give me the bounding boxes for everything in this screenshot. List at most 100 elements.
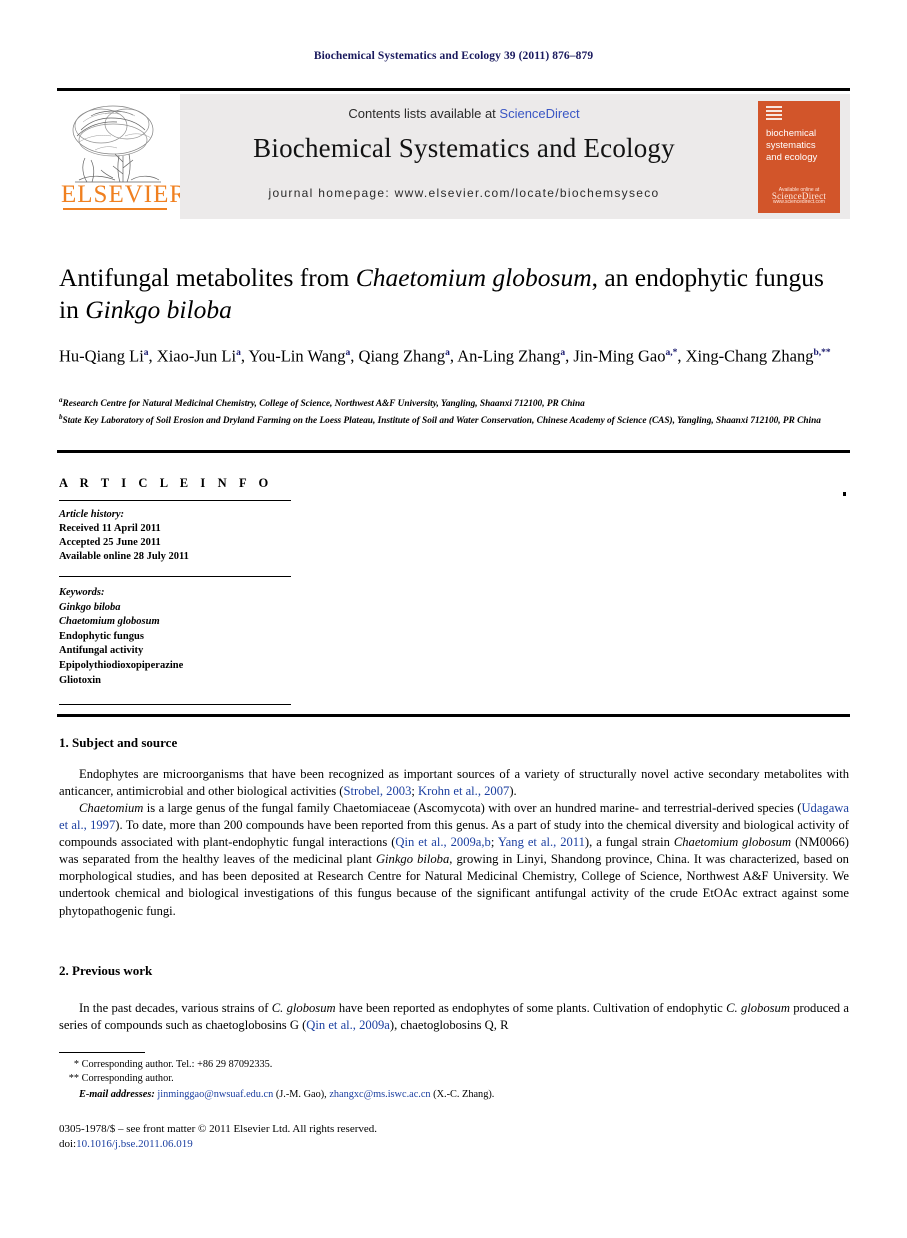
title-species-1: Chaetomium globosum [355,263,592,292]
article-history-label: Article history: [59,509,125,520]
footnote-2: ** Corresponding author. [59,1072,759,1086]
footnote-1-text: Corresponding author. Tel.: +86 29 87092… [81,1059,273,1070]
rule-below-article-info [57,714,850,717]
journal-homepage-link[interactable]: journal homepage: www.elsevier.com/locat… [180,186,748,200]
paragraph-1-1: Endophytes are microorganisms that have … [59,766,849,800]
citation-yang-2011[interactable]: Yang et al., 2011 [498,835,585,849]
cover-foot-url: www.sciencedirect.com [773,198,825,205]
keywords-block: Keywords: Ginkgo biloba Chaetomium globos… [59,586,299,688]
author-list: Hu-Qiang Lia, Xiao-Jun Lia, You-Lin Wang… [59,342,849,368]
author-affil-marker: b,** [813,348,831,358]
cover-foot-big: ScienceDirect [771,190,827,201]
p2-text-a: is a large genus of the fungal family Ch… [143,801,802,815]
history-online: Available online 28 July 2011 [59,551,189,562]
affiliation-text: Research Centre for Natural Medicinal Ch… [62,399,585,410]
p2-text-c: ), a fungal strain [584,835,674,850]
elsevier-underline [63,208,167,210]
rule-below-keywords [59,704,291,706]
rule-above-keywords [59,576,291,578]
species-ginkgo-biloba: Ginkgo biloba [375,852,450,867]
title-part-c: in [59,295,86,324]
footnote-1: * Corresponding author. Tel.: +86 29 870… [59,1058,759,1072]
citation-krohn-2007[interactable]: Krohn et al., 2007 [418,784,509,798]
keyword-item: Chaetomium globosum [59,616,160,628]
affiliation-list: aResearch Centre for Natural Medicinal C… [59,394,849,427]
affiliation-item: bState Key Laboratory of Soil Erosion an… [59,411,849,428]
masthead-center: Contents lists available at ScienceDirec… [180,94,748,219]
section-heading-1: 1. Subject and source [59,735,178,750]
contents-available-line: Contents lists available at ScienceDirec… [180,106,748,121]
history-received: Received 11 April 2011 [59,523,161,534]
journal-title: Biochemical Systematics and Ecology [253,133,675,163]
keyword-item: Antifungal activity [59,645,144,657]
copyright-line: 0305-1978/$ – see front matter © 2011 El… [59,1123,378,1135]
author-name: Qiang Zhang [358,346,446,366]
running-head: Biochemical Systematics and Ecology 39 (… [313,50,594,62]
journal-masthead: ELSEVIER Contents lists available at Sci… [57,88,850,219]
rule-above-article-info [57,450,850,453]
p1-text-b: ). [509,784,517,799]
species-c-globosum-1: C. globosum [271,1001,336,1015]
author-separator: , [148,346,157,366]
species-c-globosum-2: C. globosum [726,1001,790,1015]
cover-title-text: biochemical systematics and ecology [766,128,834,164]
email-address-1[interactable]: jinminggao@nwsuaf.edu.cn [157,1089,273,1100]
journal-cover-cell: biochemical systematics and ecology Avai… [748,94,850,219]
email-label: E-mail addresses: [79,1089,155,1100]
email-address-2[interactable]: zhangxc@ms.iswc.ac.cn [329,1089,430,1100]
p3-text-d: ), chaetoglobosins Q, R [389,1018,509,1033]
elsevier-tree-mark-icon [766,105,782,122]
p2-sep: ; [490,835,498,850]
paragraph-1-2: Chaetomium is a large genus of the funga… [59,800,849,920]
species-chaetomium-globosum: Chaetomium globosum [673,835,792,850]
author-name: An-Ling Zhang [457,346,561,366]
title-part-a: Antifungal metabolites from [59,263,356,292]
page-title: Antifungal metabolites from Chaetomium g… [59,262,849,326]
cover-line-1: biochemical [766,127,817,139]
contents-prefix: Contents lists available at [348,106,500,121]
keywords-label: Keywords: [59,587,105,598]
author-name: Xiao-Jun Li [156,346,237,366]
scan-artifact-mark [843,492,846,496]
author-name: Jin-Ming Gao [573,346,666,366]
title-species-2: Ginkgo biloba [85,295,232,324]
article-history: Article history: Received 11 April 2011 … [59,508,299,564]
elsevier-wordmark: ELSEVIER [61,181,188,208]
p3-text-a: In the past decades, various strains of [79,1001,272,1015]
cover-line-3: and ecology [766,151,818,163]
author-affil-marker: a,* [665,348,678,358]
p3-text-b: have been reported as endophytes of some… [335,1001,727,1015]
affiliation-text: State Key Laboratory of Soil Erosion and… [62,415,821,426]
section-heading-2: 2. Previous work [59,963,153,978]
sciencedirect-link[interactable]: ScienceDirect [499,106,579,121]
author-separator: , [350,346,359,366]
email-who-2: (X.-C. Zhang). [433,1089,495,1100]
keyword-item: Endophytic fungus [59,630,144,642]
history-accepted: Accepted 25 June 2011 [59,537,161,548]
author-name: Xing-Chang Zhang [685,346,814,366]
copyright-block: 0305-1978/$ – see front matter © 2011 El… [59,1122,759,1152]
email-who-1: (J.-M. Gao) [275,1089,325,1100]
title-part-b: , an endophytic fungus [591,263,824,292]
doi-line: doi:10.1016/j.bse.2011.06.019 [59,1137,759,1152]
elsevier-logo-cell: ELSEVIER [57,94,188,219]
footnote-1-mark: * [73,1059,79,1070]
paragraph-2-1: In the past decades, various strains of … [59,1000,849,1034]
email-footnote: E-mail addresses: jinminggao@nwsuaf.edu.… [79,1088,779,1102]
author-name: You-Lin Wang [248,346,346,366]
cover-footer: Available online at ScienceDirect www.sc… [766,187,832,205]
genus-chaetomium: Chaetomium [79,801,144,815]
citation-qin-2009ab[interactable]: Qin et al., 2009a,b [395,835,490,849]
article-info-heading: A R T I C L E I N F O [59,476,273,490]
citation-strobel-2003[interactable]: Strobel, 2003 [344,784,412,798]
journal-cover-image: biochemical systematics and ecology Avai… [758,100,840,213]
author-name: Hu-Qiang Li [59,346,144,366]
footnote-2-mark: ** [68,1073,79,1084]
cover-line-2: systematics [766,139,816,151]
doi-link[interactable]: 10.1016/j.bse.2011.06.019 [76,1138,193,1150]
author-separator: , [677,346,686,366]
affiliation-item: aResearch Centre for Natural Medicinal C… [59,394,849,411]
doi-label: doi: [59,1138,77,1150]
citation-qin-2009a[interactable]: Qin et al., 2009a [306,1018,390,1032]
keyword-item: Epipolythiodioxopiperazine [59,659,184,671]
